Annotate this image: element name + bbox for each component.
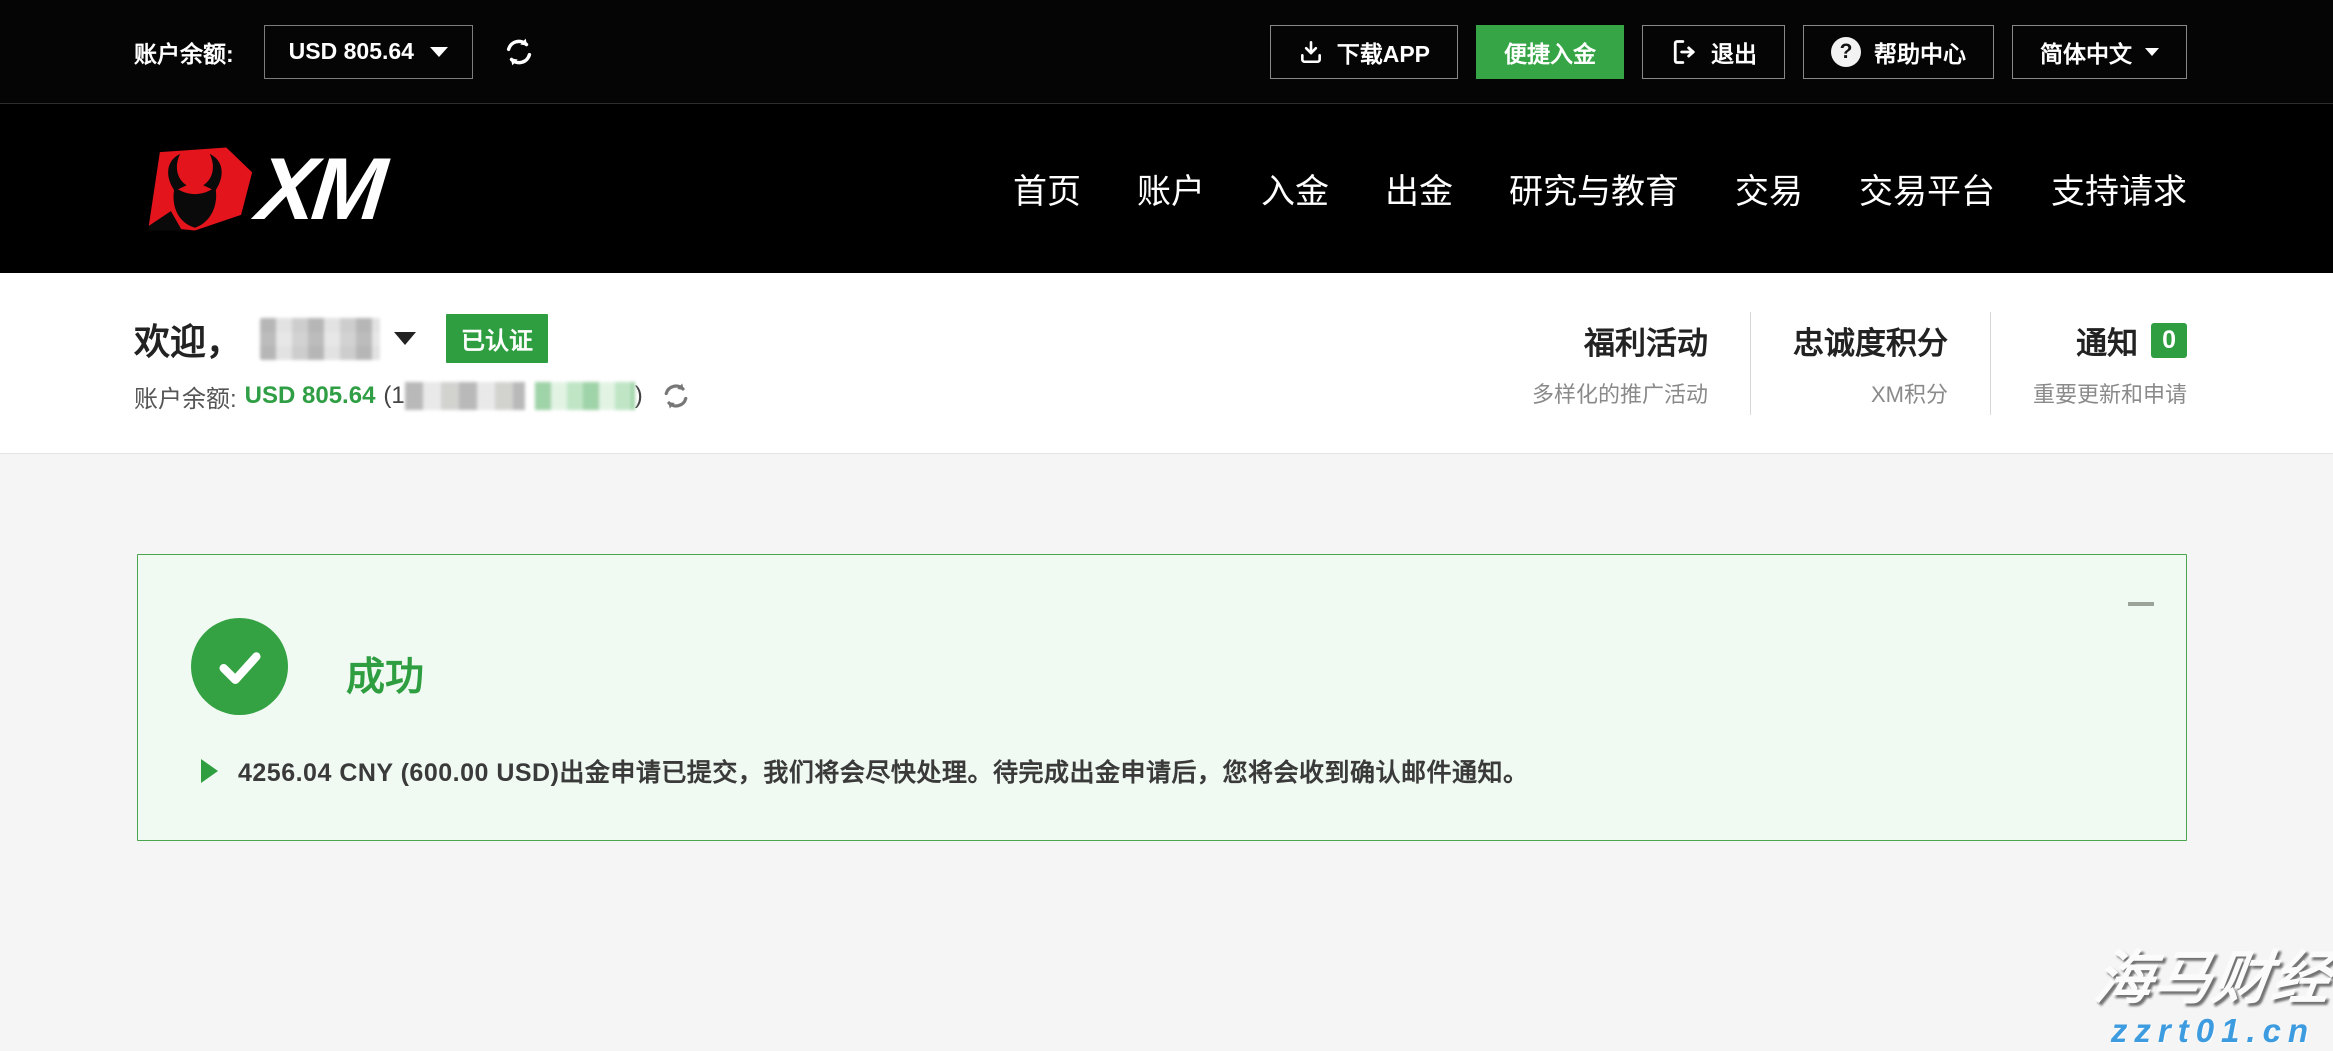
download-app-label: 下载APP xyxy=(1337,35,1430,69)
chevron-down-icon xyxy=(430,47,448,57)
refresh-icon xyxy=(503,36,535,68)
download-app-button[interactable]: 下载APP xyxy=(1270,25,1458,79)
welcome-strip: 欢迎， 已认证 账户余额: USD 805.64 (1 ) xyxy=(0,273,2333,453)
topbar-balance-group: 账户余额: USD 805.64 xyxy=(134,25,535,79)
account-number-group: (1 ) xyxy=(383,382,642,410)
account-switch-chevron-icon[interactable] xyxy=(394,332,416,345)
nav-item-account[interactable]: 账户 xyxy=(1137,164,1205,213)
nav-item-support[interactable]: 支持请求 xyxy=(2051,164,2187,213)
promotions-subtitle: 多样化的推广活动 xyxy=(1532,377,1708,409)
nav-item-deposit[interactable]: 入金 xyxy=(1261,164,1329,213)
help-center-label: 帮助中心 xyxy=(1874,35,1966,69)
quick-deposit-label: 便捷入金 xyxy=(1504,35,1596,69)
refresh-icon xyxy=(661,381,691,411)
help-center-button[interactable]: ? 帮助中心 xyxy=(1803,25,1994,79)
notifications-subtitle: 重要更新和申请 xyxy=(2033,377,2187,409)
checkmark-icon xyxy=(212,639,268,695)
account-number-redacted xyxy=(405,382,525,410)
logout-button[interactable]: 退出 xyxy=(1642,25,1785,79)
link-promotions[interactable]: 福利活动 多样化的推广活动 xyxy=(1490,312,1750,415)
link-notifications[interactable]: 通知 0 重要更新和申请 xyxy=(1990,312,2187,415)
main-content: 成功 4256.04 CNY (600.00 USD)出金申请已提交，我们将会尽… xyxy=(0,453,2333,1051)
account-balance-dropdown[interactable]: USD 805.64 xyxy=(264,25,473,79)
xm-logo-text: XM xyxy=(253,145,396,233)
username-redacted xyxy=(260,318,380,360)
main-navbar: XM 首页 账户 入金 出金 研究与教育 交易 交易平台 支持请求 xyxy=(0,104,2333,273)
bullet-triangle-icon xyxy=(201,759,218,783)
success-message: 4256.04 CNY (600.00 USD)出金申请已提交，我们将会尽快处理… xyxy=(238,753,1528,789)
quick-deposit-button[interactable]: 便捷入金 xyxy=(1476,25,1624,79)
success-title: 成功 xyxy=(346,646,424,702)
welcome-greeting: 欢迎， xyxy=(134,313,242,365)
topbar: 账户余额: USD 805.64 下载APP 便捷入金 xyxy=(0,0,2333,104)
xm-bull-icon xyxy=(134,143,254,235)
link-loyalty-points[interactable]: 忠诚度积分 XM积分 xyxy=(1750,312,1990,415)
nav-menu: 首页 账户 入金 出金 研究与教育 交易 交易平台 支持请求 xyxy=(1013,164,2187,213)
promotions-title: 福利活动 xyxy=(1584,318,1708,363)
chevron-down-icon xyxy=(2145,48,2159,56)
watermark-brand: 海马财经 xyxy=(2091,949,2333,1010)
topbar-actions: 下载APP 便捷入金 退出 ? 帮助中心 简体中文 xyxy=(1270,25,2187,79)
notifications-count-badge: 0 xyxy=(2151,323,2187,358)
logout-label: 退出 xyxy=(1711,35,1757,69)
xm-logo[interactable]: XM xyxy=(134,143,392,235)
watermark: 海马财经 zzrt01.cn xyxy=(2095,949,2331,1049)
nav-item-withdraw[interactable]: 出金 xyxy=(1385,164,1453,213)
collapse-panel-button[interactable] xyxy=(2128,602,2154,606)
success-check-circle xyxy=(191,618,288,715)
watermark-url: zzrt01.cn xyxy=(2095,1014,2331,1049)
account-type-redacted xyxy=(535,382,635,410)
topbar-balance-label: 账户余额: xyxy=(134,35,234,69)
nav-item-platforms[interactable]: 交易平台 xyxy=(1859,164,1995,213)
welcome-user-block: 欢迎， 已认证 账户余额: USD 805.64 (1 ) xyxy=(134,313,691,414)
question-circle-icon: ? xyxy=(1831,37,1861,67)
refresh-account-button[interactable] xyxy=(661,381,691,411)
welcome-quick-links: 福利活动 多样化的推广活动 忠诚度积分 XM积分 通知 0 重要更新和申请 xyxy=(1490,312,2187,415)
welcome-balance-label: 账户余额: xyxy=(134,379,237,414)
success-message-row: 4256.04 CNY (600.00 USD)出金申请已提交，我们将会尽快处理… xyxy=(201,753,1528,789)
nav-item-research-education[interactable]: 研究与教育 xyxy=(1509,164,1679,213)
refresh-balance-button[interactable] xyxy=(503,36,535,68)
logout-icon xyxy=(1670,38,1698,66)
account-number-suffix: ) xyxy=(635,382,643,410)
notifications-title: 通知 xyxy=(2076,318,2138,363)
nav-item-trading[interactable]: 交易 xyxy=(1735,164,1803,213)
welcome-balance-value: USD 805.64 xyxy=(245,382,376,410)
language-selector[interactable]: 简体中文 xyxy=(2012,25,2187,79)
loyalty-title: 忠诚度积分 xyxy=(1793,318,1948,363)
download-icon xyxy=(1298,39,1324,65)
nav-item-home[interactable]: 首页 xyxy=(1013,164,1081,213)
verified-badge: 已认证 xyxy=(446,314,548,363)
topbar-balance-value: USD 805.64 xyxy=(289,38,414,65)
language-label: 简体中文 xyxy=(2040,35,2132,69)
loyalty-subtitle: XM积分 xyxy=(1793,377,1948,409)
account-number-prefix: (1 xyxy=(383,382,404,410)
success-alert-panel: 成功 4256.04 CNY (600.00 USD)出金申请已提交，我们将会尽… xyxy=(137,554,2187,841)
